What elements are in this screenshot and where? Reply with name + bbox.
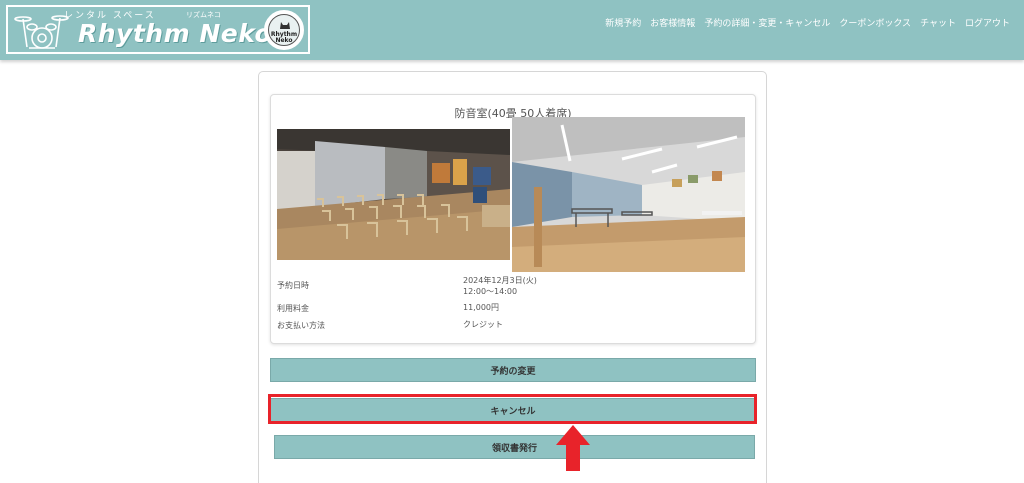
payment-method-label: お支払い方法 xyxy=(277,321,325,330)
seal-text-line2: Neko xyxy=(275,37,293,44)
reservation-date-day: 2024年12月3日(火) xyxy=(463,276,537,285)
change-reservation-button[interactable]: 予約の変更 xyxy=(270,358,756,382)
reservation-date-value: 2024年12月3日(火) 12:00〜14:00 xyxy=(463,275,537,297)
cancel-highlight-box xyxy=(268,394,757,424)
logo-seal: Rhythm Neko xyxy=(264,10,304,50)
reservation-date-label: 予約日時 xyxy=(277,281,309,290)
price-label: 利用料金 xyxy=(277,304,309,313)
payment-method-value: クレジット xyxy=(463,320,503,329)
reservation-date-time: 12:00〜14:00 xyxy=(463,287,518,296)
nav-customer-info[interactable]: お客様情報 xyxy=(650,16,695,29)
room-photo-lounge xyxy=(512,117,745,272)
room-card: 防音室(40畳 50人着席) 予約日時 2024年12月3日(火) 12:00〜… xyxy=(270,94,756,344)
drum-kit-icon xyxy=(14,15,69,49)
logo-wordmark: Rhythm Neko xyxy=(78,19,273,48)
nav-reservation-details[interactable]: 予約の詳細・変更・キャンセル xyxy=(704,16,830,29)
nav-coupon-box[interactable]: クーポンボックス xyxy=(839,16,911,29)
main-nav: 新規予約 お客様情報 予約の詳細・変更・キャンセル クーポンボックス チャット … xyxy=(605,16,1010,29)
nav-logout[interactable]: ログアウト xyxy=(965,16,1010,29)
issue-receipt-button[interactable]: 領収書発行 xyxy=(274,435,755,459)
site-header: レンタル スペース リズムネコ Rhythm Neko Rhythm Neko … xyxy=(0,0,1024,60)
nav-chat[interactable]: チャット xyxy=(920,16,956,29)
price-value: 11,000円 xyxy=(463,303,499,312)
arrow-up-icon xyxy=(556,425,590,471)
cat-icon xyxy=(280,22,290,29)
nav-new-reservation[interactable]: 新規予約 xyxy=(605,16,641,29)
room-photo-chairs xyxy=(277,129,510,260)
site-logo[interactable]: レンタル スペース リズムネコ Rhythm Neko Rhythm Neko xyxy=(6,5,310,54)
